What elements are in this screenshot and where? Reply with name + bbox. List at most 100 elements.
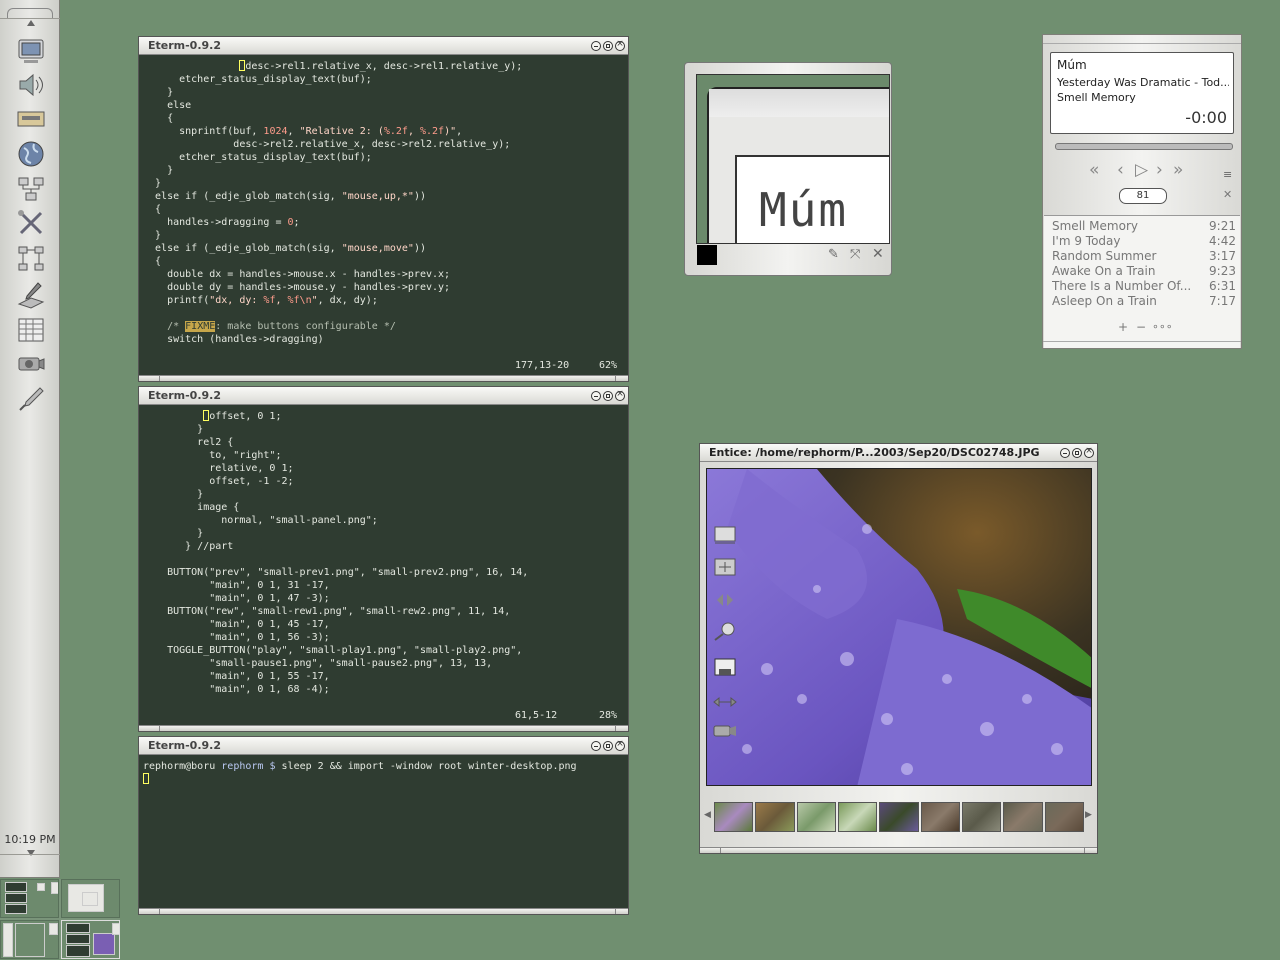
maximize-button[interactable]: [603, 740, 613, 751]
player-display: Múm Yesterday Was Dramatic - Tod... Smel…: [1050, 52, 1234, 134]
command-line: sleep 2 && import -window root winter-de…: [281, 761, 577, 772]
playlist-item[interactable]: Smell Memory 9:21: [1052, 219, 1236, 233]
camera-icon[interactable]: [14, 349, 48, 379]
sound-icon[interactable]: [14, 70, 48, 100]
shrink-icon[interactable]: ⤧: [850, 247, 860, 262]
camera-icon[interactable]: [712, 720, 738, 742]
pipette-icon[interactable]: [14, 384, 48, 414]
rewind-button[interactable]: «: [1089, 160, 1099, 180]
seek-bar[interactable]: [1055, 143, 1233, 150]
window-bottom-frame[interactable]: [700, 847, 1097, 853]
save-icon[interactable]: [712, 657, 738, 679]
close-icon[interactable]: ✕: [872, 246, 884, 262]
shelf-scroll-up-icon[interactable]: [27, 20, 35, 26]
eterm-window-1[interactable]: Eterm-0.9.2 desc->rel1.relative_x, desc-…: [138, 36, 629, 382]
magnifier-window[interactable]: Múm ✎ ⤧ ✕: [684, 62, 892, 276]
minimize-button[interactable]: [591, 390, 601, 401]
thumbnail[interactable]: [714, 802, 754, 832]
close-button[interactable]: [1084, 446, 1094, 458]
minimize-button[interactable]: [591, 740, 601, 751]
shelf-top-handle[interactable]: [0, 0, 60, 19]
desktop-pager: [0, 879, 120, 959]
minimize-button[interactable]: [591, 40, 601, 51]
pager-desk-3[interactable]: [0, 920, 59, 959]
fast-forward-button[interactable]: »: [1173, 160, 1183, 180]
tools-icon[interactable]: [14, 208, 48, 238]
fit-window-icon[interactable]: [712, 556, 738, 578]
thumbnail[interactable]: [920, 802, 960, 832]
eterm-window-2[interactable]: Eterm-0.9.2 offset, 0 1; } rel2 { to, "r…: [138, 386, 629, 732]
player-bottom-handle[interactable]: [1043, 341, 1241, 348]
minimize-button[interactable]: [1060, 447, 1070, 458]
close-button[interactable]: [615, 739, 625, 751]
thumbnail[interactable]: [1003, 802, 1043, 832]
eterm-titlebar-1[interactable]: Eterm-0.9.2: [139, 37, 628, 55]
window-title: Eterm-0.9.2: [148, 739, 222, 752]
display-settings-icon[interactable]: [14, 36, 48, 66]
thumbnails-left-icon[interactable]: ◀: [704, 810, 711, 820]
globe-icon[interactable]: [14, 139, 48, 169]
pager-desk-2[interactable]: [61, 879, 120, 918]
window-bottom-frame[interactable]: [139, 725, 628, 731]
drawing-icon[interactable]: [14, 280, 48, 310]
time-remaining: -0:00: [1185, 108, 1227, 127]
thumbnails-right-icon[interactable]: ▶: [1085, 810, 1092, 820]
playlist-item[interactable]: Awake On a Train 9:23: [1052, 264, 1236, 278]
network-icon[interactable]: [14, 174, 48, 204]
cursor-position: 61,5-12: [515, 710, 558, 721]
terminal-prompt[interactable]: rephorm@boru rephorm $ sleep 2 && import…: [143, 760, 577, 786]
flip-icon[interactable]: [712, 691, 738, 713]
menu-icon[interactable]: ≡: [1223, 168, 1232, 181]
maximize-button[interactable]: [603, 40, 613, 51]
playlist-item[interactable]: Random Summer 3:17: [1052, 249, 1236, 263]
thumbnail[interactable]: [796, 802, 836, 832]
window-bottom-frame[interactable]: [139, 375, 628, 381]
gallery-icon[interactable]: [712, 524, 738, 546]
drive-icon[interactable]: [14, 104, 48, 134]
close-button[interactable]: [615, 389, 625, 401]
eterm-titlebar-3[interactable]: Eterm-0.9.2: [139, 737, 628, 755]
window-title: Eterm-0.9.2: [148, 389, 222, 402]
maximize-button[interactable]: [603, 390, 613, 401]
magnifier-view: Múm: [696, 74, 890, 244]
thumbnail[interactable]: [879, 802, 919, 832]
pager-desk-1[interactable]: [0, 879, 59, 918]
text-cursor: [143, 773, 149, 784]
terminal-text[interactable]: desc->rel1.relative_x, desc->rel1.relati…: [143, 60, 522, 346]
photo-canvas[interactable]: [706, 468, 1092, 786]
spreadsheet-icon[interactable]: [14, 315, 48, 345]
track-title: Smell Memory: [1057, 91, 1136, 104]
network-map-icon[interactable]: [14, 244, 48, 274]
pager-desk-4[interactable]: [61, 920, 120, 959]
eterm-window-3[interactable]: Eterm-0.9.2 rephorm@boru rephorm $ sleep…: [138, 736, 629, 915]
close-button[interactable]: [615, 39, 625, 51]
remove-button[interactable]: −: [1136, 320, 1146, 334]
playlist-item[interactable]: Asleep On a Train 7:17: [1052, 294, 1236, 308]
thumbnail[interactable]: [755, 802, 795, 832]
prompt-symbol: $: [269, 761, 276, 772]
player-top-handle[interactable]: [1043, 35, 1241, 44]
playlist-item[interactable]: I'm 9 Today 4:42: [1052, 234, 1236, 248]
thumbnail[interactable]: [1044, 802, 1084, 832]
music-player[interactable]: Múm Yesterday Was Dramatic - Tod... Smel…: [1042, 34, 1242, 349]
window-bottom-frame[interactable]: [139, 908, 628, 914]
more-button[interactable]: ∘∘∘: [1152, 320, 1173, 333]
shelf-bottom-handle[interactable]: [0, 854, 60, 877]
image-viewer-titlebar[interactable]: Entice: /home/rephorm/P...2003/Sep20/DSC…: [700, 444, 1097, 462]
play-button[interactable]: ▷: [1135, 160, 1148, 180]
add-button[interactable]: +: [1118, 320, 1128, 334]
zoom-icon[interactable]: [712, 620, 738, 642]
terminal-text[interactable]: offset, 0 1; } rel2 { to, "right"; relat…: [143, 410, 528, 696]
next-button[interactable]: ›: [1156, 160, 1163, 180]
close-icon[interactable]: ✕: [1223, 188, 1232, 201]
thumbnail[interactable]: [961, 802, 1002, 832]
eterm-titlebar-2[interactable]: Eterm-0.9.2: [139, 387, 628, 405]
playlist-item[interactable]: There Is a Number Of... 6:31: [1052, 279, 1236, 293]
image-viewer-window[interactable]: Entice: /home/rephorm/P...2003/Sep20/DSC…: [699, 443, 1098, 854]
prev-next-icon[interactable]: [712, 589, 738, 611]
maximize-button[interactable]: [1072, 447, 1082, 458]
pencil-icon[interactable]: ✎: [828, 247, 839, 262]
previous-button[interactable]: ‹: [1117, 160, 1124, 180]
thumbnail[interactable]: [837, 802, 878, 832]
volume-control[interactable]: 81: [1119, 188, 1167, 204]
